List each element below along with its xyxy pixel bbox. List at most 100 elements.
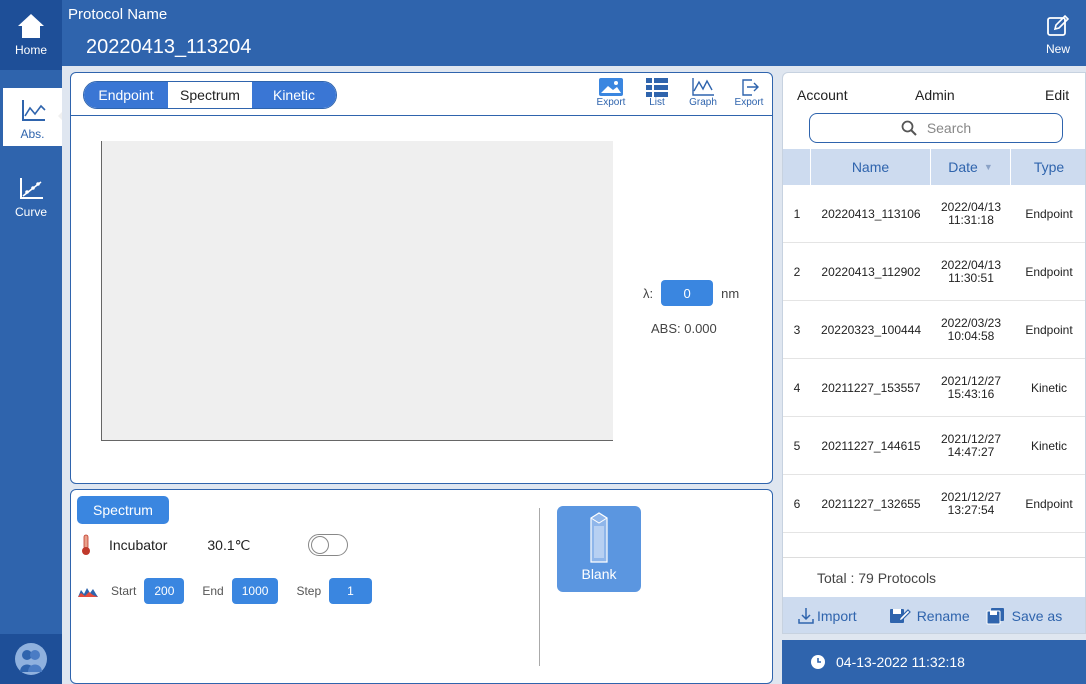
- user-avatar-button[interactable]: [0, 634, 62, 684]
- admin-label[interactable]: Admin: [915, 87, 955, 103]
- account-label: Account: [797, 87, 848, 103]
- spectrum-plot-area[interactable]: [101, 141, 613, 441]
- sort-down-icon: ▼: [983, 162, 993, 172]
- current-datetime: 04-13-2022 11:32:18: [836, 654, 965, 670]
- row-name: 20211227_144615: [821, 438, 921, 453]
- col-type-header[interactable]: Type: [1011, 149, 1085, 185]
- col-name-header[interactable]: Name: [811, 149, 931, 185]
- save-as-button[interactable]: Save as: [986, 607, 1062, 625]
- row-num: 2: [793, 264, 801, 279]
- curve-icon: [20, 178, 43, 199]
- export-data-button[interactable]: Export: [726, 77, 772, 108]
- settings-divider: [539, 508, 540, 666]
- list-actions: Import Rename Save as: [783, 597, 1085, 633]
- home-button[interactable]: Home: [0, 0, 62, 70]
- row-date: 2022/04/13 11:30:51: [931, 257, 1011, 285]
- row-date: 2022/04/13 11:31:18: [931, 199, 1011, 227]
- step-input[interactable]: 1: [329, 578, 372, 604]
- status-bar: 04-13-2022 11:32:18: [782, 640, 1086, 684]
- edit-button[interactable]: Edit: [1045, 87, 1069, 103]
- row-date-time: 11:31:18: [948, 212, 994, 227]
- nav-abs[interactable]: Abs.: [0, 88, 62, 146]
- row-date-day: 2022/04/13: [940, 257, 1002, 272]
- end-input[interactable]: 1000: [231, 578, 279, 604]
- row-date-time: 14:47:27: [947, 444, 995, 459]
- graph-panel: Endpoint Spectrum Kinetic Export List Gr…: [70, 72, 773, 484]
- spectrum-icon: [78, 588, 98, 597]
- export-icon: [742, 79, 759, 96]
- new-label: New: [1045, 42, 1070, 56]
- tab-kinetic[interactable]: Kinetic: [252, 82, 336, 108]
- export-image-button[interactable]: Export: [588, 77, 634, 108]
- row-type: Endpoint: [1025, 206, 1073, 221]
- table-row[interactable]: 1 20220413_113106 2022/04/13 11:31:18 End…: [783, 185, 1085, 243]
- wavelength-range-row: Start 200 End 1000 Step 1: [77, 578, 390, 604]
- nav-curve[interactable]: Curve: [0, 172, 62, 230]
- list-icon: [646, 78, 668, 97]
- row-type: Kinetic: [1030, 380, 1068, 395]
- row-type: Kinetic: [1030, 438, 1068, 453]
- row-date-day: 2022/03/23: [940, 315, 1002, 330]
- row-name: 20220413_112902: [821, 264, 921, 279]
- protocol-list-panel: Account Admin Edit Search Name Date ▼ Ty…: [782, 72, 1086, 634]
- table-row[interactable]: 5 20211227_144615 2021/12/27 14:47:27 Kin…: [783, 417, 1085, 475]
- import-icon: [798, 608, 814, 624]
- settings-panel: Spectrum Incubator 30.1℃ Start 200 End 1…: [70, 489, 773, 684]
- protocol-name-value[interactable]: 20220413_113204: [86, 36, 251, 59]
- search-icon: [901, 120, 917, 136]
- blank-button[interactable]: Blank: [557, 506, 641, 592]
- clock-icon: [811, 655, 825, 669]
- list-label: List: [649, 97, 665, 108]
- search-input[interactable]: Search: [809, 113, 1063, 143]
- incubator-label: Incubator: [109, 537, 168, 553]
- lambda-unit: nm: [721, 285, 740, 301]
- row-date-time: 11:30:51: [948, 270, 994, 285]
- start-label: Start: [111, 584, 137, 598]
- top-bar: Protocol Name 20220413_113204 New: [62, 0, 1086, 66]
- rename-icon: [889, 609, 911, 623]
- rename-button[interactable]: Rename: [889, 607, 970, 625]
- table-row[interactable]: 2 20220413_112902 2022/04/13 11:30:51 End…: [783, 243, 1085, 301]
- row-type: Endpoint: [1025, 322, 1073, 337]
- incubator-temp: 30.1℃: [207, 536, 251, 553]
- row-date: 2022/03/23 10:04:58: [931, 315, 1011, 343]
- list-view-button[interactable]: List: [634, 77, 680, 108]
- abs-readout: ABS: 0.000: [651, 321, 717, 336]
- row-name: 20220323_100444: [820, 322, 922, 337]
- table-row[interactable]: 6 20211227_132655 2021/12/27 13:27:54 End…: [783, 475, 1085, 533]
- table-body: 1 20220413_113106 2022/04/13 11:31:18 End…: [783, 185, 1085, 557]
- col-num-header: [783, 149, 811, 185]
- row-name: 20211227_132655: [821, 496, 921, 511]
- row-date: 2021/12/27 13:27:54: [931, 489, 1011, 517]
- row-date-day: 2021/12/27: [940, 489, 1002, 504]
- row-num: 4: [793, 380, 801, 395]
- incubator-toggle[interactable]: [308, 534, 349, 556]
- abs-label: Abs.: [20, 127, 45, 141]
- row-date: 2021/12/27 14:47:27: [931, 431, 1011, 459]
- import-button[interactable]: Import: [797, 607, 857, 625]
- col-date-label: Date: [948, 159, 978, 175]
- col-date-header[interactable]: Date ▼: [931, 149, 1011, 185]
- tab-spectrum[interactable]: Spectrum: [168, 82, 252, 108]
- row-date-day: 2022/04/13: [940, 199, 1002, 214]
- end-label: End: [202, 584, 224, 598]
- step-label: Step: [296, 584, 322, 598]
- lambda-input[interactable]: 0: [661, 280, 714, 306]
- row-date-day: 2021/12/27: [940, 431, 1002, 446]
- tab-endpoint[interactable]: Endpoint: [84, 82, 168, 108]
- graph-label: Graph: [689, 97, 717, 108]
- new-button[interactable]: New: [1040, 14, 1076, 56]
- export-data-label: Export: [734, 97, 764, 108]
- row-date-time: 15:43:16: [947, 386, 995, 401]
- row-num: 3: [793, 322, 801, 337]
- table-row[interactable]: 4 20211227_153557 2021/12/27 15:43:16 Kin…: [783, 359, 1085, 417]
- home-label: Home: [14, 43, 47, 57]
- start-input[interactable]: 200: [144, 578, 185, 604]
- graph-view-button[interactable]: Graph: [680, 77, 726, 108]
- table-row[interactable]: 3 20220323_100444 2022/03/23 10:04:58 End…: [783, 301, 1085, 359]
- total-count: Total : 79 Protocols: [783, 557, 1085, 597]
- row-date-time: 13:27:54: [947, 502, 995, 517]
- graph-icon: [692, 78, 714, 96]
- search-placeholder: Search: [926, 120, 972, 136]
- mode-segmented-control: Endpoint Spectrum Kinetic: [83, 81, 337, 109]
